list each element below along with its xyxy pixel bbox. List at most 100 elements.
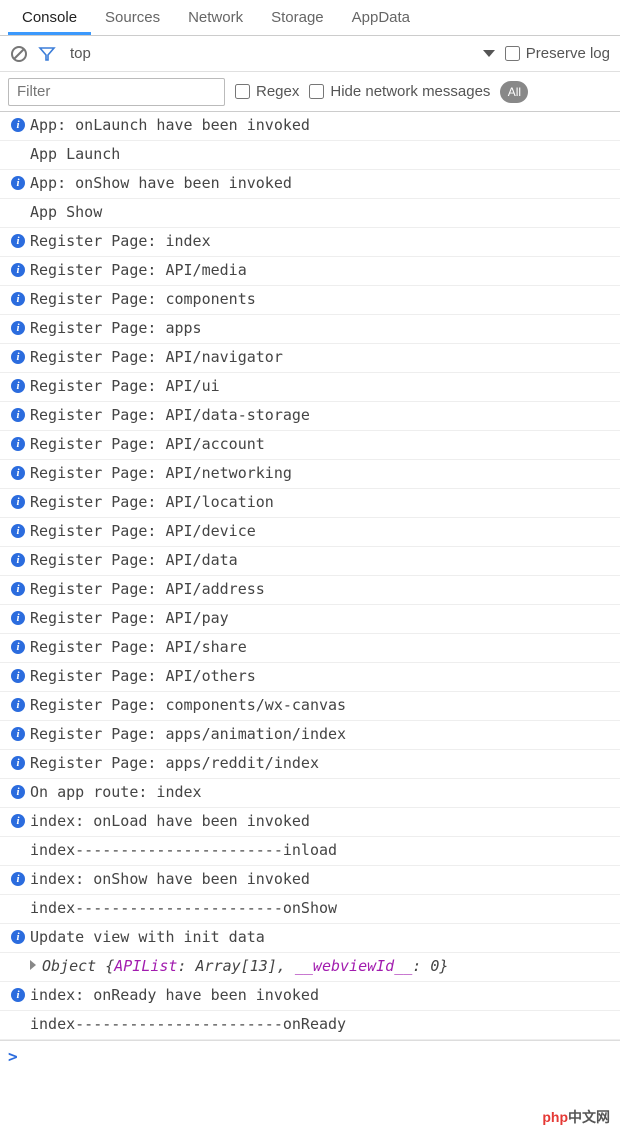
caret-down-icon[interactable] [483, 50, 495, 57]
log-gutter: i [6, 696, 30, 712]
log-gutter [6, 899, 30, 901]
log-gutter: i [6, 261, 30, 277]
log-row[interactable]: i Register Page: API/ui [0, 373, 620, 402]
log-gutter: i [6, 319, 30, 335]
log-message: App: onLaunch have been invoked [30, 116, 614, 134]
log-row[interactable]: iindex: onLoad have been invoked [0, 808, 620, 837]
log-row[interactable]: iindex: onReady have been invoked [0, 982, 620, 1011]
tab-appdata[interactable]: AppData [338, 1, 424, 35]
log-row[interactable]: iRegister Page: API/others [0, 663, 620, 692]
log-row[interactable]: index-----------------------inload [0, 837, 620, 866]
log-message: Register Page: API/ui [30, 377, 614, 395]
filter-icon[interactable] [38, 45, 56, 63]
log-message: index: onReady have been invoked [30, 986, 614, 1004]
log-message: Register Page: API/address [30, 580, 614, 598]
log-row[interactable]: iApp: onLaunch have been invoked [0, 112, 620, 141]
info-icon: i [11, 379, 25, 393]
log-message: Register Page: API/data-storage [30, 406, 614, 424]
log-gutter: i [6, 551, 30, 567]
log-gutter: i [6, 638, 30, 654]
info-icon: i [11, 582, 25, 596]
log-row[interactable]: i Register Page: API/address [0, 576, 620, 605]
expand-arrow-icon[interactable] [30, 960, 36, 970]
log-gutter: i [6, 348, 30, 364]
tab-console[interactable]: Console [8, 1, 91, 35]
log-row[interactable]: iRegister Page: components [0, 286, 620, 315]
tab-sources[interactable]: Sources [91, 1, 174, 35]
info-icon: i [11, 553, 25, 567]
log-gutter [6, 841, 30, 843]
log-row[interactable]: i Register Page: API/data-storage [0, 402, 620, 431]
log-row[interactable]: i On app route: index [0, 779, 620, 808]
log-row[interactable]: iApp: onShow have been invoked [0, 170, 620, 199]
log-gutter: i [6, 464, 30, 480]
log-gutter: i [6, 870, 30, 886]
hide-network-toggle[interactable]: Hide network messages [309, 83, 490, 100]
console-prompt[interactable]: > [0, 1040, 620, 1072]
preserve-log-toggle[interactable]: Preserve log [505, 45, 610, 62]
clear-console-icon[interactable] [10, 45, 28, 63]
info-icon: i [11, 437, 25, 451]
log-row[interactable]: i Register Page: API/data [0, 547, 620, 576]
filter-input[interactable] [8, 78, 225, 106]
log-row[interactable]: Object {APIList: Array[13], __webviewId_… [0, 953, 620, 982]
log-row[interactable]: iRegister Page: API/navigator [0, 344, 620, 373]
info-icon: i [11, 495, 25, 509]
info-icon: i [11, 263, 25, 277]
log-row[interactable]: i Register Page: API/location [0, 489, 620, 518]
info-icon: i [11, 785, 25, 799]
log-message: App Launch [30, 145, 614, 163]
log-gutter [6, 957, 30, 959]
log-row[interactable]: iRegister Page: API/account [0, 431, 620, 460]
info-icon: i [11, 640, 25, 654]
context-selector[interactable]: top [66, 45, 91, 62]
log-gutter [6, 145, 30, 147]
info-icon: i [11, 292, 25, 306]
info-icon: i [11, 872, 25, 886]
log-row[interactable]: App Launch [0, 141, 620, 170]
log-gutter: i [6, 232, 30, 248]
log-gutter: i [6, 754, 30, 770]
log-gutter: i [6, 522, 30, 538]
log-row[interactable]: iRegister Page: apps [0, 315, 620, 344]
log-message: Register Page: API/data [30, 551, 614, 569]
log-row[interactable]: iRegister Page: API/device [0, 518, 620, 547]
info-icon: i [11, 408, 25, 422]
log-message: index-----------------------onShow [30, 899, 614, 917]
log-message: On app route: index [30, 783, 614, 801]
log-message: App: onShow have been invoked [30, 174, 614, 192]
log-message: Register Page: index [30, 232, 614, 250]
log-row[interactable]: iRegister Page: components/wx-canvas [0, 692, 620, 721]
log-message: Register Page: API/share [30, 638, 614, 656]
regex-checkbox[interactable] [235, 84, 250, 99]
log-row[interactable]: iRegister Page: apps/animation/index [0, 721, 620, 750]
log-row[interactable]: iUpdate view with init data [0, 924, 620, 953]
log-row[interactable]: index-----------------------onShow [0, 895, 620, 924]
info-icon: i [11, 234, 25, 248]
log-row[interactable]: iRegister Page: API/networking [0, 460, 620, 489]
regex-toggle[interactable]: Regex [235, 83, 299, 100]
log-row[interactable]: iRegister Page: apps/reddit/index [0, 750, 620, 779]
preserve-log-checkbox[interactable] [505, 46, 520, 61]
log-message: Update view with init data [30, 928, 614, 946]
log-row[interactable]: iRegister Page: API/pay [0, 605, 620, 634]
log-row[interactable]: iindex: onShow have been invoked [0, 866, 620, 895]
tab-storage[interactable]: Storage [257, 1, 338, 35]
info-icon: i [11, 669, 25, 683]
log-message: Register Page: API/networking [30, 464, 614, 482]
hide-network-label: Hide network messages [330, 83, 490, 100]
log-row[interactable]: App Show [0, 199, 620, 228]
log-row[interactable]: index-----------------------onReady [0, 1011, 620, 1040]
log-row[interactable]: i Register Page: index [0, 228, 620, 257]
log-row[interactable]: i Register Page: API/share [0, 634, 620, 663]
log-gutter: i [6, 986, 30, 1002]
tab-network[interactable]: Network [174, 1, 257, 35]
log-row[interactable]: iRegister Page: API/media [0, 257, 620, 286]
info-icon: i [11, 698, 25, 712]
log-message: Register Page: API/location [30, 493, 614, 511]
log-gutter: i [6, 116, 30, 132]
log-gutter [6, 1015, 30, 1017]
level-all-pill[interactable]: All [500, 81, 528, 103]
console-toolbar: top Preserve log [0, 36, 620, 72]
hide-network-checkbox[interactable] [309, 84, 324, 99]
